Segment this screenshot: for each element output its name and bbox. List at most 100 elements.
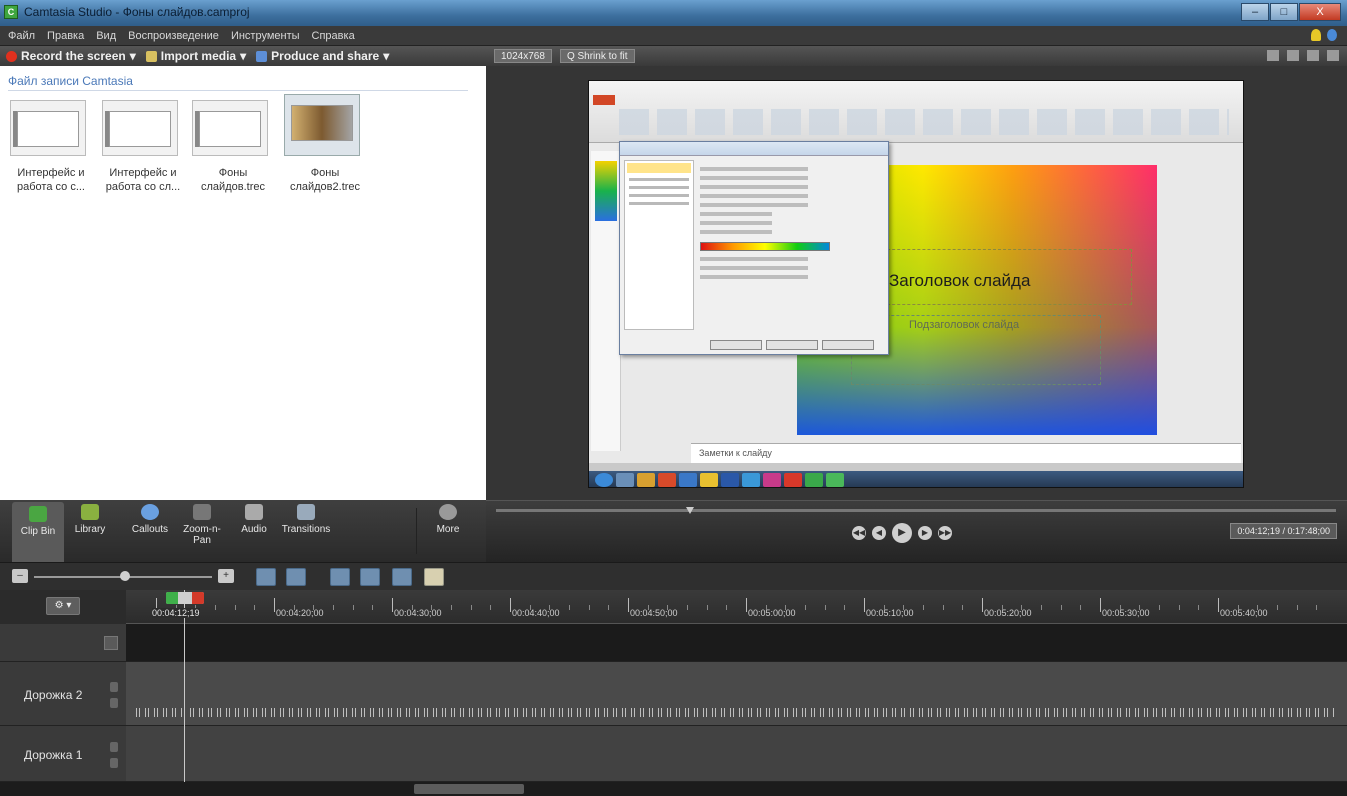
ruler-tick [392, 598, 393, 612]
camtasia-app-icon: C [4, 5, 18, 19]
lock-icon[interactable] [110, 682, 118, 692]
ruler-minor-tick [883, 605, 885, 610]
recorded-screen-preview[interactable]: Заголовок слайда Подзаголовок слайда Зам… [588, 80, 1244, 488]
menu-edit[interactable]: Правка [47, 30, 84, 42]
timeline-settings-button[interactable]: ⚙ ▾ [46, 597, 80, 615]
ruler-tick-label: 00:04:30;00 [394, 608, 442, 618]
close-button[interactable]: X [1299, 3, 1341, 21]
ruler-minor-tick [549, 605, 551, 610]
play-button[interactable]: ▶ [892, 523, 912, 543]
menu-view[interactable]: Вид [96, 30, 116, 42]
track-header-2[interactable]: Дорожка 2 [0, 662, 126, 726]
clip-thumbnail [102, 100, 178, 156]
ruler-minor-tick [1139, 605, 1141, 610]
fullscreen-icon[interactable] [1307, 50, 1319, 61]
redo-button[interactable] [286, 568, 306, 586]
tab-zoom-n-pan[interactable]: Zoom-n-Pan [176, 500, 228, 562]
scrollbar-thumb[interactable] [414, 784, 524, 794]
clip-item[interactable]: Интерфейс и работа со сл... [102, 100, 182, 194]
ruler-minor-tick [470, 605, 472, 610]
view-scale-dropdown[interactable]: Q Shrink to fit [559, 49, 635, 63]
divider [416, 508, 417, 554]
ruler-tick [746, 598, 747, 612]
zoom-in-icon[interactable]: + [218, 569, 234, 583]
slide-subtitle: Подзаголовок слайда [909, 319, 1020, 331]
track-2-lane[interactable] [126, 662, 1347, 726]
canvas-size-dropdown[interactable]: 1024x768 [494, 49, 552, 63]
format-background-dialog [619, 141, 889, 355]
lock-icon[interactable] [110, 742, 118, 752]
fast-forward-button[interactable]: ▶ [918, 526, 932, 540]
ruler-minor-tick [1277, 605, 1278, 610]
produce-share-button[interactable]: Produce and share ▾ [256, 49, 389, 63]
clip-item-selected[interactable]: Фоны слайдов2.trec [284, 94, 364, 194]
record-screen-label: Record the screen [21, 49, 126, 63]
track-name: Дорожка 1 [24, 748, 83, 762]
track-1-lane[interactable] [126, 726, 1347, 782]
detach-icon[interactable] [1267, 50, 1279, 61]
playhead-handle[interactable] [166, 592, 204, 604]
tab-more[interactable]: More [422, 500, 474, 562]
track-header-1[interactable]: Дорожка 1 [0, 726, 126, 782]
tab-callouts[interactable]: Callouts [124, 500, 176, 562]
ruler-tick [274, 598, 275, 612]
mute-icon[interactable] [110, 698, 118, 708]
title-bar: C Camtasia Studio - Фоны слайдов.camproj… [0, 0, 1347, 26]
tab-audio[interactable]: Audio [228, 500, 280, 562]
split-button[interactable] [424, 568, 444, 586]
task-tabs: Clip Bin Library Callouts Zoom-n-Pan Aud… [0, 500, 486, 562]
zoom-out-icon[interactable]: – [12, 569, 28, 583]
fit-icon[interactable] [1287, 50, 1299, 61]
menu-help[interactable]: Справка [312, 30, 355, 42]
preview-scrub-bar[interactable] [496, 509, 1336, 512]
clip-thumbnail [192, 100, 268, 156]
previous-clip-button[interactable]: ◀◀ [852, 526, 866, 540]
ruler-minor-tick [824, 605, 826, 610]
crop-icon[interactable] [1327, 50, 1339, 61]
copy-button[interactable] [360, 568, 380, 586]
zoom-slider-handle[interactable] [120, 571, 130, 581]
clip-thumbnail [10, 100, 86, 156]
help-icon[interactable] [1327, 29, 1337, 41]
clip-item[interactable]: Интерфейс и работа со с... [10, 100, 90, 194]
record-screen-button[interactable]: Record the screen ▾ [6, 49, 136, 63]
zoom-n-pan-icon [193, 504, 211, 520]
undo-button[interactable] [256, 568, 276, 586]
clip-item[interactable]: Фоны слайдов.trec [192, 100, 272, 194]
ruler-minor-tick [1198, 605, 1200, 610]
ruler-minor-tick [962, 605, 964, 610]
tab-clip-bin[interactable]: Clip Bin [12, 502, 64, 562]
ruler-minor-tick [608, 605, 610, 610]
import-media-button[interactable]: Import media ▾ [145, 49, 246, 63]
minimize-button[interactable]: – [1241, 3, 1269, 21]
timeline-ruler[interactable]: 00:04:20;00 00:04:30;00 00:04:40;00 00:04:5… [126, 590, 1347, 624]
ruler-minor-tick [942, 605, 944, 610]
mute-icon[interactable] [110, 758, 118, 768]
tab-transitions[interactable]: Transitions [280, 500, 332, 562]
ruler-tick [510, 598, 511, 612]
ruler-minor-tick [1257, 605, 1259, 610]
cut-button[interactable] [330, 568, 350, 586]
maximize-button[interactable]: □ [1270, 3, 1298, 21]
in-marker[interactable] [166, 592, 178, 604]
horizontal-scrollbar[interactable] [0, 782, 1347, 796]
windows-taskbar [589, 471, 1243, 487]
main-toolbar: Record the screen ▾ Import media ▾ Produ… [0, 46, 486, 66]
ruler-minor-tick [352, 605, 354, 610]
tip-icon[interactable] [1311, 29, 1321, 41]
rewind-button[interactable]: ◀ [872, 526, 886, 540]
menu-play[interactable]: Воспроизведение [128, 30, 219, 42]
menu-tools[interactable]: Инструменты [231, 30, 300, 42]
clip-label: Интерфейс и работа со сл... [105, 167, 181, 193]
playhead-line[interactable] [184, 590, 185, 796]
ruler-minor-tick [687, 605, 688, 610]
paste-button[interactable] [392, 568, 412, 586]
ruler-minor-tick [923, 605, 924, 610]
next-clip-button[interactable]: ▶▶ [938, 526, 952, 540]
ruler-minor-tick [903, 605, 905, 610]
add-track-button[interactable] [104, 636, 118, 650]
out-marker[interactable] [192, 592, 204, 604]
ruler-minor-tick [785, 605, 787, 610]
menu-file[interactable]: Файл [8, 30, 35, 42]
tab-library[interactable]: Library [64, 500, 116, 562]
